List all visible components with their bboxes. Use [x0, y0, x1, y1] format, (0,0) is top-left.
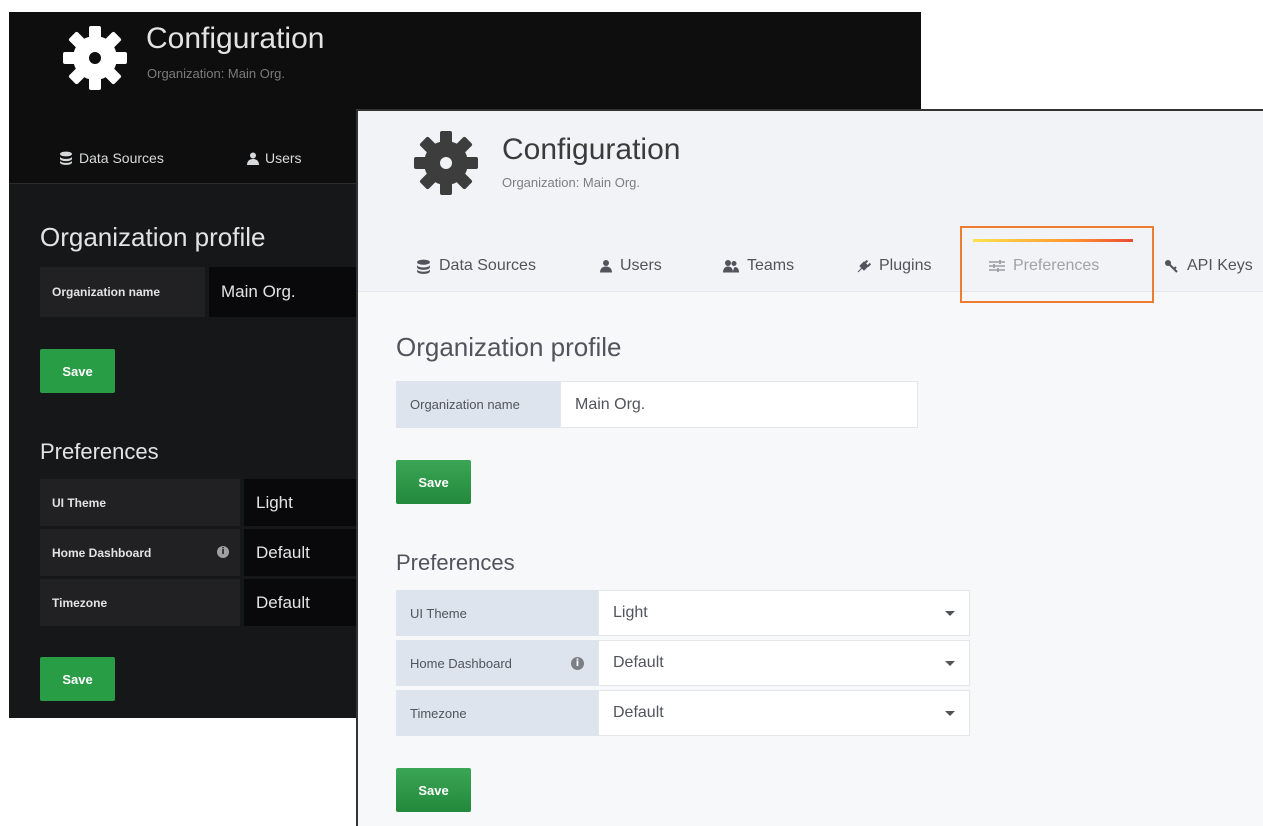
preferences-heading: Preferences [40, 439, 159, 464]
database-icon [416, 259, 431, 274]
timezone-select[interactable]: Default [598, 690, 970, 736]
home-dashboard-value: Default [613, 654, 664, 671]
tab-label: API Keys [1187, 257, 1253, 274]
page-subtitle: Organization: Main Org. [502, 175, 641, 190]
user-icon [600, 259, 612, 273]
preferences-heading: Preferences [396, 550, 515, 575]
org-name-input[interactable]: Main Org. [209, 267, 369, 317]
save-button[interactable]: Save [40, 349, 115, 393]
home-dashboard-label: Home Dashboard i [396, 640, 598, 686]
key-icon [1164, 259, 1179, 274]
timezone-label: Timezone [40, 579, 240, 626]
page-title: Configuration [502, 133, 681, 166]
org-name-label: Organization name [40, 267, 205, 317]
tab-data-sources[interactable]: Data Sources [59, 150, 164, 166]
info-icon: i [571, 657, 584, 670]
tab-label: Plugins [879, 257, 932, 274]
chevron-down-icon [945, 711, 955, 716]
chevron-down-icon [945, 661, 955, 666]
info-icon: i [217, 546, 229, 558]
ui-theme-select[interactable]: Light [244, 479, 374, 526]
gear-icon [59, 22, 131, 94]
org-name-label: Organization name [396, 381, 560, 428]
save-button[interactable]: Save [396, 460, 471, 504]
ui-theme-label: UI Theme [396, 590, 598, 636]
ui-theme-value: Light [613, 604, 648, 621]
tab-label: Users [265, 150, 302, 166]
save-preferences-button[interactable]: Save [40, 657, 115, 701]
timezone-label: Timezone [396, 690, 598, 736]
org-profile-heading: Organization profile [40, 222, 266, 252]
plug-icon [856, 259, 871, 274]
tab-api-keys[interactable]: API Keys [1164, 257, 1253, 275]
home-dashboard-label-text: Home Dashboard [410, 655, 512, 671]
ui-theme-select[interactable]: Light [598, 590, 970, 636]
tab-plugins[interactable]: Plugins [856, 257, 931, 275]
tab-data-sources[interactable]: Data Sources [416, 257, 536, 275]
database-icon [59, 151, 73, 165]
org-name-input[interactable]: Main Org. [560, 381, 918, 428]
tab-label: Data Sources [79, 150, 164, 166]
save-preferences-button[interactable]: Save [396, 768, 471, 812]
users-icon [723, 259, 739, 273]
chevron-down-icon [945, 611, 955, 616]
org-profile-heading: Organization profile [396, 332, 622, 362]
gear-icon [410, 127, 482, 199]
home-dashboard-select[interactable]: Default [598, 640, 970, 686]
home-dashboard-label-text: Home Dashboard [52, 545, 152, 560]
page-title: Configuration [146, 22, 325, 55]
home-dashboard-label: Home Dashboard i [40, 529, 240, 576]
tab-label: Teams [747, 257, 795, 274]
home-dashboard-select[interactable]: Default [244, 529, 374, 576]
ui-theme-label: UI Theme [40, 479, 240, 526]
tab-label: Data Sources [439, 257, 536, 274]
tab-label: Users [620, 257, 662, 274]
timezone-value: Default [613, 704, 664, 721]
user-icon [247, 152, 259, 165]
tab-users[interactable]: Users [600, 257, 662, 275]
light-theme-window: Configuration Organization: Main Org. Da… [356, 109, 1263, 826]
page-subtitle: Organization: Main Org. [147, 66, 286, 81]
highlight-box [960, 226, 1154, 303]
timezone-select[interactable]: Default [244, 579, 374, 626]
tab-users[interactable]: Users [247, 150, 302, 166]
tab-teams[interactable]: Teams [723, 257, 794, 275]
